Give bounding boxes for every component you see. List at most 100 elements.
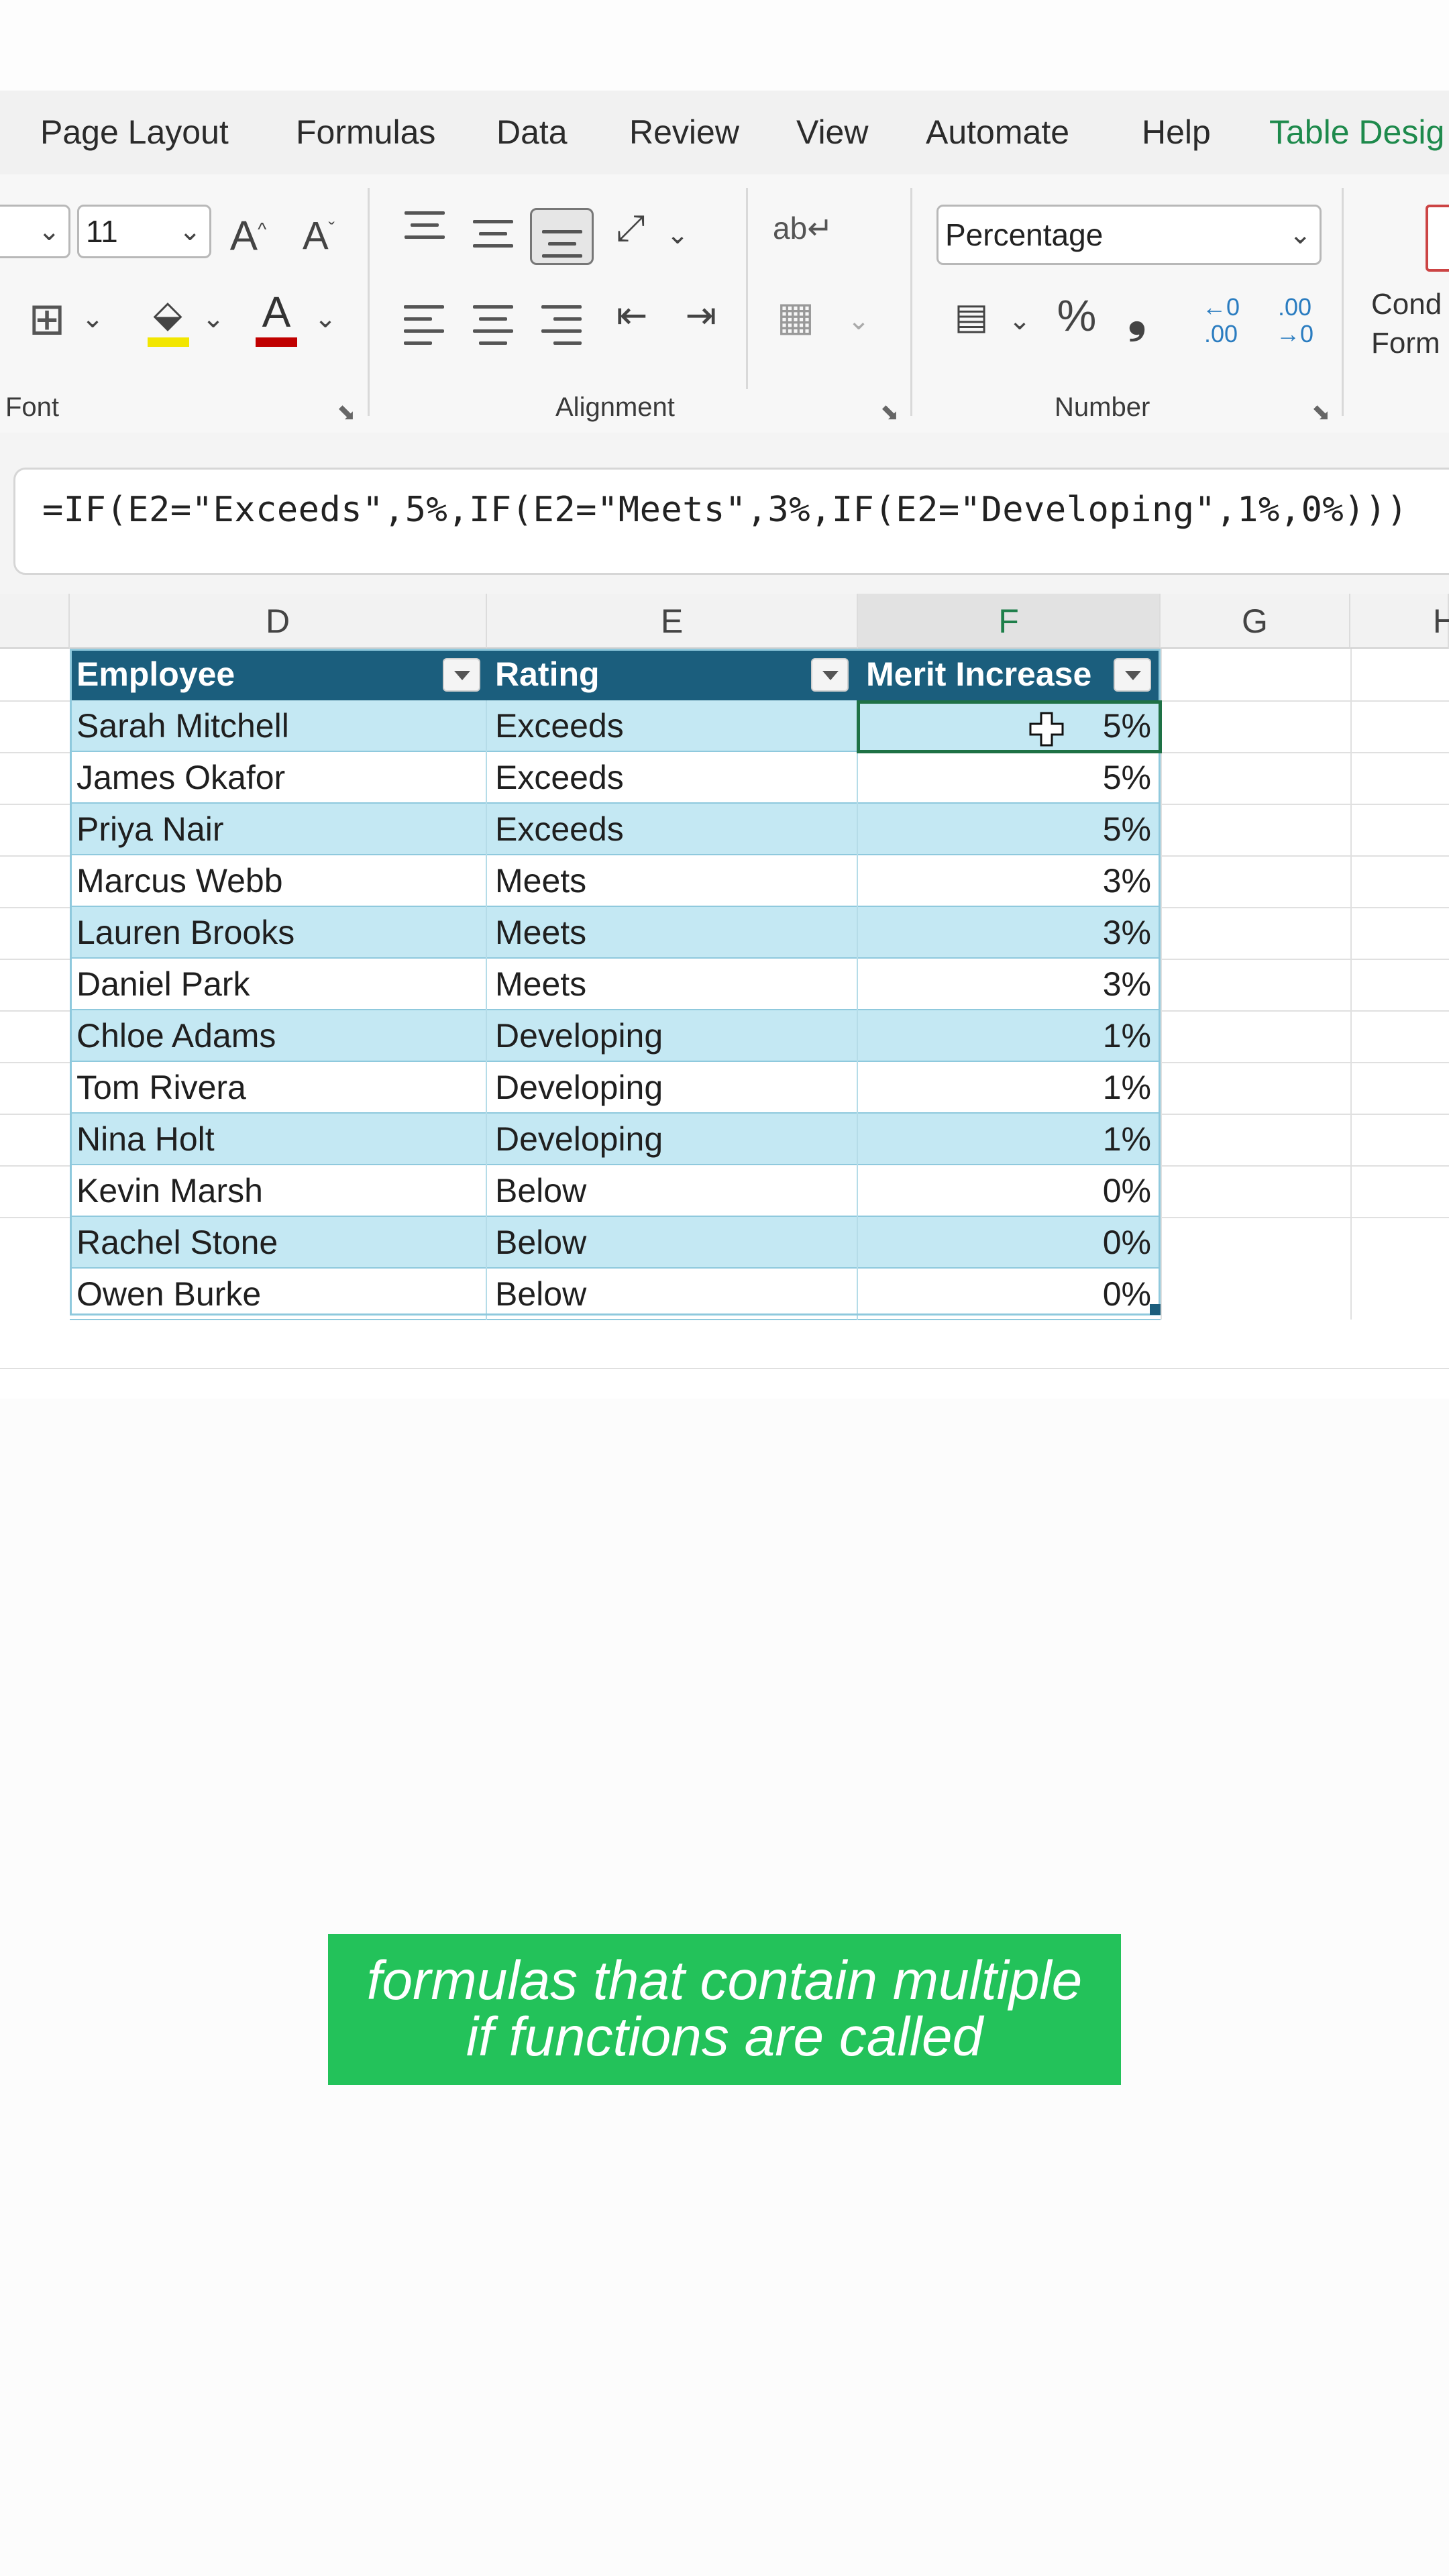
font-color-icon[interactable]: A (250, 285, 303, 339)
borders-icon[interactable]: ⊞ (20, 292, 74, 345)
font-name-dropdown[interactable]: ⌄ (0, 205, 70, 258)
tab-table-design[interactable]: Table Desig (1269, 91, 1444, 174)
cell-rating[interactable]: Developing (487, 1114, 858, 1165)
cell-merit-increase[interactable]: 5% (858, 804, 1161, 855)
text-orientation-icon[interactable]: ⤢ (604, 201, 657, 255)
cell-merit-increase[interactable]: 1% (858, 1010, 1161, 1062)
tab-data[interactable]: Data (496, 91, 568, 174)
align-bottom-button[interactable] (530, 208, 594, 265)
cell-rating[interactable]: Developing (487, 1010, 858, 1062)
cell-merit-increase[interactable]: 0% (858, 1217, 1161, 1269)
cell-employee[interactable]: Sarah Mitchell (70, 700, 487, 752)
cell-employee[interactable]: Chloe Adams (70, 1010, 487, 1062)
column-header-e[interactable]: E (487, 594, 858, 649)
formula-text: =IF(E2="Exceeds",5%,IF(E2="Meets",3%,IF(… (42, 490, 1408, 530)
column-header-h[interactable]: H (1350, 594, 1449, 649)
cell-merit-increase[interactable]: 0% (858, 1165, 1161, 1217)
cell-rating[interactable]: Meets (487, 855, 858, 907)
align-right-icon[interactable] (541, 305, 582, 354)
cell-rating[interactable]: Developing (487, 1062, 858, 1114)
increase-font-size-icon[interactable]: A^ (221, 203, 275, 264)
header-merit-increase-label: Merit Increase (866, 655, 1092, 693)
fill-color-icon[interactable]: ⬙ (141, 287, 195, 341)
decrease-font-size-icon[interactable]: Aˇ (292, 203, 345, 263)
font-size-dropdown[interactable]: 11 ⌄ (77, 205, 211, 258)
cell-employee[interactable]: Kevin Marsh (70, 1165, 487, 1217)
cell-employee[interactable]: Nina Holt (70, 1114, 487, 1165)
cell-rating[interactable]: Exceeds (487, 700, 858, 752)
column-header-f[interactable]: F (858, 594, 1161, 649)
formula-input[interactable]: =IF(E2="Exceeds",5%,IF(E2="Meets",3%,IF(… (13, 468, 1449, 575)
chevron-down-icon: ⌄ (178, 217, 201, 246)
alignment-dialog-launcher-icon[interactable]: ⬊ (880, 399, 900, 426)
header-rating[interactable]: Rating (487, 649, 858, 700)
cell-employee[interactable]: Priya Nair (70, 804, 487, 855)
cell-employee[interactable]: Rachel Stone (70, 1217, 487, 1269)
chevron-down-icon[interactable]: ⌄ (312, 292, 339, 345)
header-employee[interactable]: Employee (70, 649, 487, 700)
cell-rating[interactable]: Below (487, 1217, 858, 1269)
chevron-down-icon[interactable]: ⌄ (79, 292, 106, 345)
cell-employee[interactable]: Daniel Park (70, 959, 487, 1010)
increase-decimal-icon[interactable]: ←0.00 (1194, 294, 1248, 347)
formula-bar: =IF(E2="Exceeds",5%,IF(E2="Meets",3%,IF(… (0, 433, 1449, 594)
tab-page-layout[interactable]: Page Layout (40, 91, 229, 174)
group-separator (746, 188, 748, 389)
chevron-down-icon[interactable]: ⌄ (1006, 294, 1033, 347)
merge-center-icon[interactable]: ▦ (769, 290, 822, 343)
cell-rating[interactable]: Meets (487, 959, 858, 1010)
cell-merit-increase[interactable]: 1% (858, 1114, 1161, 1165)
chevron-down-icon[interactable]: ⌄ (664, 208, 691, 262)
cell-rating[interactable]: Below (487, 1165, 858, 1217)
cell-employee[interactable]: Tom Rivera (70, 1062, 487, 1114)
tab-review[interactable]: Review (629, 91, 739, 174)
cell-merit-increase[interactable]: 3% (858, 855, 1161, 907)
cell-merit-increase[interactable]: 5% (858, 752, 1161, 804)
decrease-indent-icon[interactable]: ⇤ (605, 288, 659, 342)
cell-merit-increase[interactable]: 3% (858, 959, 1161, 1010)
cell-employee[interactable]: Owen Burke (70, 1269, 487, 1320)
filter-dropdown-icon[interactable] (1114, 658, 1151, 692)
wrap-text-icon[interactable]: ab↵ (773, 201, 833, 255)
cell-employee[interactable]: Lauren Brooks (70, 907, 487, 959)
tab-view[interactable]: View (796, 91, 868, 174)
filter-dropdown-icon[interactable] (443, 658, 480, 692)
cell-employee[interactable]: James Okafor (70, 752, 487, 804)
number-dialog-launcher-icon[interactable]: ⬊ (1311, 399, 1331, 426)
tab-help[interactable]: Help (1142, 91, 1211, 174)
filter-dropdown-icon[interactable] (811, 658, 849, 692)
cell-merit-increase[interactable]: 3% (858, 907, 1161, 959)
percent-style-icon[interactable]: % (1050, 288, 1104, 342)
column-header-d[interactable]: D (70, 594, 487, 649)
table-resize-handle[interactable] (1150, 1304, 1161, 1315)
column-header-g[interactable]: G (1161, 594, 1350, 649)
cell-employee[interactable]: Marcus Webb (70, 855, 487, 907)
align-center-icon[interactable] (473, 305, 513, 354)
cell-rating[interactable]: Exceeds (487, 804, 858, 855)
increase-indent-icon[interactable]: ⇥ (674, 288, 728, 342)
cell-rating[interactable]: Below (487, 1269, 858, 1320)
tab-automate[interactable]: Automate (926, 91, 1069, 174)
cell-merit-increase[interactable]: 0% (858, 1269, 1161, 1320)
accounting-format-icon[interactable]: ▤ (941, 290, 1002, 343)
tab-formulas[interactable]: Formulas (296, 91, 435, 174)
cell-rating[interactable]: Meets (487, 907, 858, 959)
align-middle-icon[interactable] (473, 220, 513, 256)
alignment-group-label: Alignment (555, 392, 675, 422)
align-left-icon[interactable] (404, 305, 444, 354)
align-top-icon[interactable] (405, 211, 445, 248)
conditional-formatting-button[interactable]: Cond Form (1371, 285, 1442, 363)
column-header-c[interactable] (0, 594, 70, 649)
cell-rating[interactable]: Exceeds (487, 752, 858, 804)
number-format-dropdown[interactable]: Percentage ⌄ (936, 205, 1322, 265)
chevron-down-icon[interactable]: ⌄ (845, 294, 872, 347)
table-row: Marcus Webb Meets 3% (70, 855, 1161, 907)
cell-merit-increase[interactable]: 5% (858, 700, 1161, 752)
decrease-decimal-icon[interactable]: .00 →0 (1268, 294, 1322, 347)
font-dialog-launcher-icon[interactable]: ⬊ (337, 399, 356, 426)
conditional-formatting-icon[interactable] (1426, 205, 1449, 272)
group-separator (368, 188, 370, 416)
chevron-down-icon[interactable]: ⌄ (200, 292, 227, 345)
cell-merit-increase[interactable]: 1% (858, 1062, 1161, 1114)
comma-style-icon[interactable]: ❟ (1117, 288, 1157, 342)
